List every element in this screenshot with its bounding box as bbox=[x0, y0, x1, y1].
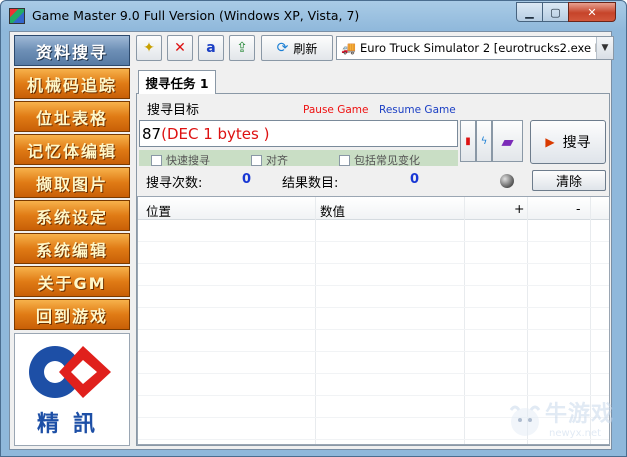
play-icon: ▶ bbox=[545, 135, 555, 149]
toolbar: ✦ ✕ a ⇪ ⟳ 刷新 🚚 Euro Truck Simulator 2 [e… bbox=[136, 35, 614, 61]
column-header-address[interactable]: 位置 bbox=[146, 201, 171, 220]
table-header: 位置 数值 + - bbox=[138, 197, 609, 220]
history-button[interactable]: ▰ bbox=[492, 120, 523, 162]
maximize-button[interactable]: ▢ bbox=[542, 2, 569, 22]
lightning-icon: ϟ bbox=[480, 135, 488, 147]
row-divider bbox=[138, 439, 609, 440]
minimize-button[interactable]: ▁ bbox=[516, 2, 543, 22]
refresh-icon: ⟳ bbox=[276, 40, 289, 56]
menu-item-code-trace[interactable]: 机械码追踪 bbox=[14, 68, 130, 99]
search-count-value: 0 bbox=[242, 172, 252, 187]
common-variation-option[interactable]: 包括常见变化 bbox=[339, 152, 420, 168]
result-count-label: 结果数目: bbox=[282, 176, 339, 191]
resume-game-link[interactable]: Resume Game bbox=[379, 104, 456, 116]
logo-icon bbox=[29, 346, 111, 398]
search-button[interactable]: ▶ 搜寻 bbox=[530, 120, 606, 164]
align-option[interactable]: 对齐 bbox=[251, 152, 288, 168]
delete-task-button[interactable]: ✕ bbox=[167, 35, 193, 61]
menu-item-system-editor[interactable]: 系统编辑 bbox=[14, 233, 130, 264]
refresh-label: 刷新 bbox=[293, 41, 318, 56]
common-variation-checkbox[interactable] bbox=[339, 154, 350, 166]
column-header-value[interactable]: 数值 bbox=[320, 201, 345, 220]
fast-search-label: 快速搜寻 bbox=[166, 154, 210, 167]
close-icon: ✕ bbox=[587, 5, 597, 19]
refresh-button[interactable]: ⟳ 刷新 bbox=[261, 35, 333, 61]
app-window: Game Master 9.0 Full Version (Windows XP… bbox=[0, 0, 627, 457]
maximize-icon: ▢ bbox=[550, 5, 561, 19]
results-table[interactable]: 位置 数值 + - bbox=[137, 196, 610, 445]
search-target-label: 搜寻目标 bbox=[147, 103, 200, 118]
chevron-down-icon: ▼ bbox=[596, 37, 613, 59]
truck-icon: 🚚 bbox=[341, 41, 356, 55]
row-divider bbox=[138, 263, 609, 264]
column-divider bbox=[464, 197, 465, 444]
column-divider bbox=[590, 197, 591, 444]
client-area: 资料搜寻 机械码追踪 位址表格 记忆体编辑 撷取图片 系统设定 系统编辑 关于G… bbox=[9, 31, 614, 450]
advanced-search-button[interactable]: ϟ bbox=[476, 120, 492, 162]
row-divider bbox=[138, 373, 609, 374]
minimize-icon: ▁ bbox=[525, 5, 534, 19]
app-icon bbox=[9, 8, 25, 24]
process-select[interactable]: 🚚 Euro Truck Simulator 2 [eurotrucks2.ex… bbox=[336, 36, 614, 60]
fast-search-checkbox[interactable] bbox=[151, 154, 162, 166]
row-divider bbox=[138, 351, 609, 352]
pause-game-link[interactable]: Pause Game bbox=[303, 104, 368, 116]
menu-item-memory-editor[interactable]: 记忆体编辑 bbox=[14, 134, 130, 165]
align-label: 对齐 bbox=[266, 154, 288, 167]
column-header-minus[interactable]: - bbox=[576, 201, 581, 216]
publisher-logo: 精訊 bbox=[14, 333, 130, 446]
delete-icon: ✕ bbox=[174, 40, 186, 56]
menu-item-back-to-game[interactable]: 回到游戏 bbox=[14, 299, 130, 330]
row-divider bbox=[138, 395, 609, 396]
align-checkbox[interactable] bbox=[251, 154, 262, 166]
search-count-label: 搜寻次数: bbox=[146, 176, 203, 191]
window-title: Game Master 9.0 Full Version (Windows XP… bbox=[32, 8, 360, 23]
text-search-button[interactable]: a bbox=[198, 35, 224, 61]
logo-text: 精訊 bbox=[36, 412, 109, 437]
row-divider bbox=[138, 285, 609, 286]
row-divider bbox=[138, 417, 609, 418]
common-variation-label: 包括常见变化 bbox=[354, 154, 420, 167]
search-value-input[interactable]: 87 (DEC 1 bytes ) bbox=[139, 120, 458, 147]
process-label: Euro Truck Simulator 2 [eurotrucks2.exe … bbox=[359, 41, 614, 55]
search-value: 87 bbox=[142, 124, 162, 143]
value-type-hint: (DEC 1 bytes ) bbox=[161, 124, 270, 143]
clear-button[interactable]: 清除 bbox=[532, 170, 606, 191]
menu-item-settings[interactable]: 系统设定 bbox=[14, 200, 130, 231]
menu-item-capture-image[interactable]: 撷取图片 bbox=[14, 167, 130, 198]
fast-search-option[interactable]: 快速搜寻 bbox=[151, 152, 210, 168]
import-icon: ⇪ bbox=[236, 40, 248, 56]
close-button[interactable]: ✕ bbox=[568, 2, 616, 22]
new-task-icon: ✦ bbox=[143, 40, 155, 56]
import-button[interactable]: ⇪ bbox=[229, 35, 255, 61]
status-indicator-icon bbox=[500, 174, 514, 188]
column-divider bbox=[315, 197, 316, 444]
result-count-value: 0 bbox=[410, 172, 420, 187]
value-format-button[interactable]: ▮ bbox=[460, 120, 476, 162]
text-icon: a bbox=[206, 40, 216, 56]
book-icon: ▰ bbox=[501, 131, 514, 151]
menu-item-search[interactable]: 资料搜寻 bbox=[14, 35, 130, 66]
title-bar[interactable]: Game Master 9.0 Full Version (Windows XP… bbox=[1, 1, 626, 31]
row-divider bbox=[138, 241, 609, 242]
tab-search-task-1[interactable]: 搜寻任务 1 bbox=[138, 70, 216, 94]
menu-item-about[interactable]: 关于GM bbox=[14, 266, 130, 297]
search-options: 快速搜寻 对齐 包括常见变化 bbox=[139, 150, 458, 168]
new-task-button[interactable]: ✦ bbox=[136, 35, 162, 61]
column-header-plus[interactable]: + bbox=[514, 201, 524, 216]
row-divider bbox=[138, 329, 609, 330]
menu-item-address-table[interactable]: 位址表格 bbox=[14, 101, 130, 132]
bar-chart-icon: ▮ bbox=[465, 135, 471, 147]
column-divider bbox=[527, 197, 528, 444]
search-button-label: 搜寻 bbox=[562, 135, 591, 151]
row-divider bbox=[138, 307, 609, 308]
